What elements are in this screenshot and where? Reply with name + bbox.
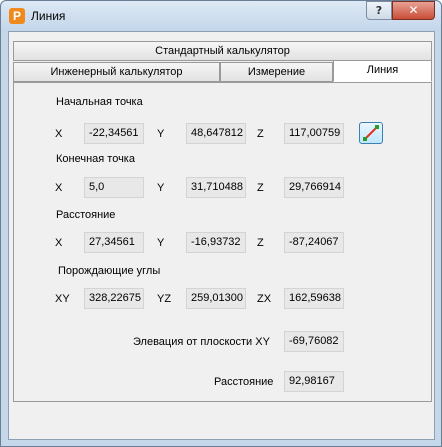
- start-y-field[interactable]: 48,647812: [186, 123, 246, 144]
- help-button[interactable]: ?: [366, 1, 392, 20]
- start-z-label: Z: [257, 128, 264, 140]
- start-point-heading: Начальная точка: [56, 96, 143, 108]
- start-y-label: Y: [157, 128, 165, 140]
- pick-line-button[interactable]: [359, 122, 383, 144]
- distance-x-label: X: [55, 237, 63, 249]
- end-y-label: Y: [157, 182, 165, 194]
- tab-engineering-calculator[interactable]: Инженерный калькулятор: [13, 62, 220, 82]
- tab-line[interactable]: Линия: [333, 60, 432, 82]
- app-logo-icon: P: [9, 8, 25, 24]
- total-distance-label: Расстояние: [214, 376, 274, 388]
- elevation-field: -69,76082: [284, 331, 344, 352]
- angle-yz-field: 259,01300: [186, 288, 246, 309]
- window-title: Линия: [31, 9, 66, 23]
- end-y-field[interactable]: 31,710488: [186, 177, 246, 198]
- distance-y-field: -16,93732: [186, 232, 246, 253]
- start-x-field[interactable]: -22,34561: [84, 123, 144, 144]
- end-x-field[interactable]: 5,0: [84, 177, 144, 198]
- angle-zx-label: ZX: [257, 293, 272, 305]
- distance-vector-heading: Расстояние: [56, 209, 116, 221]
- elevation-label: Элевация от плоскости XY: [133, 336, 270, 348]
- title-bar[interactable]: P Линия ? ✕: [1, 1, 441, 31]
- distance-y-label: Y: [157, 237, 165, 249]
- end-z-label: Z: [257, 182, 264, 194]
- window: P Линия ? ✕ Стандартный калькулятор Инже…: [0, 0, 442, 447]
- distance-z-label: Z: [257, 237, 264, 249]
- angle-xy-field: 328,22675: [84, 288, 144, 309]
- total-distance-field: 92,98167: [284, 371, 344, 392]
- start-z-field[interactable]: 117,00759: [284, 123, 344, 144]
- tab-standard-calculator[interactable]: Стандартный калькулятор: [13, 41, 432, 61]
- angle-zx-field: 162,59638: [284, 288, 344, 309]
- start-x-label: X: [55, 128, 63, 140]
- pick-line-icon: [363, 125, 379, 141]
- angle-xy-label: XY: [55, 293, 70, 305]
- tab-measurement[interactable]: Измерение: [220, 62, 333, 82]
- distance-z-field: -87,24067: [284, 232, 344, 253]
- end-x-label: X: [55, 182, 63, 194]
- end-point-heading: Конечная точка: [56, 153, 135, 165]
- close-button[interactable]: ✕: [392, 1, 435, 20]
- angles-heading: Порождающие углы: [58, 265, 161, 277]
- angle-yz-label: YZ: [157, 293, 172, 305]
- end-z-field[interactable]: 29,766914: [284, 177, 344, 198]
- distance-x-field: 27,34561: [84, 232, 144, 253]
